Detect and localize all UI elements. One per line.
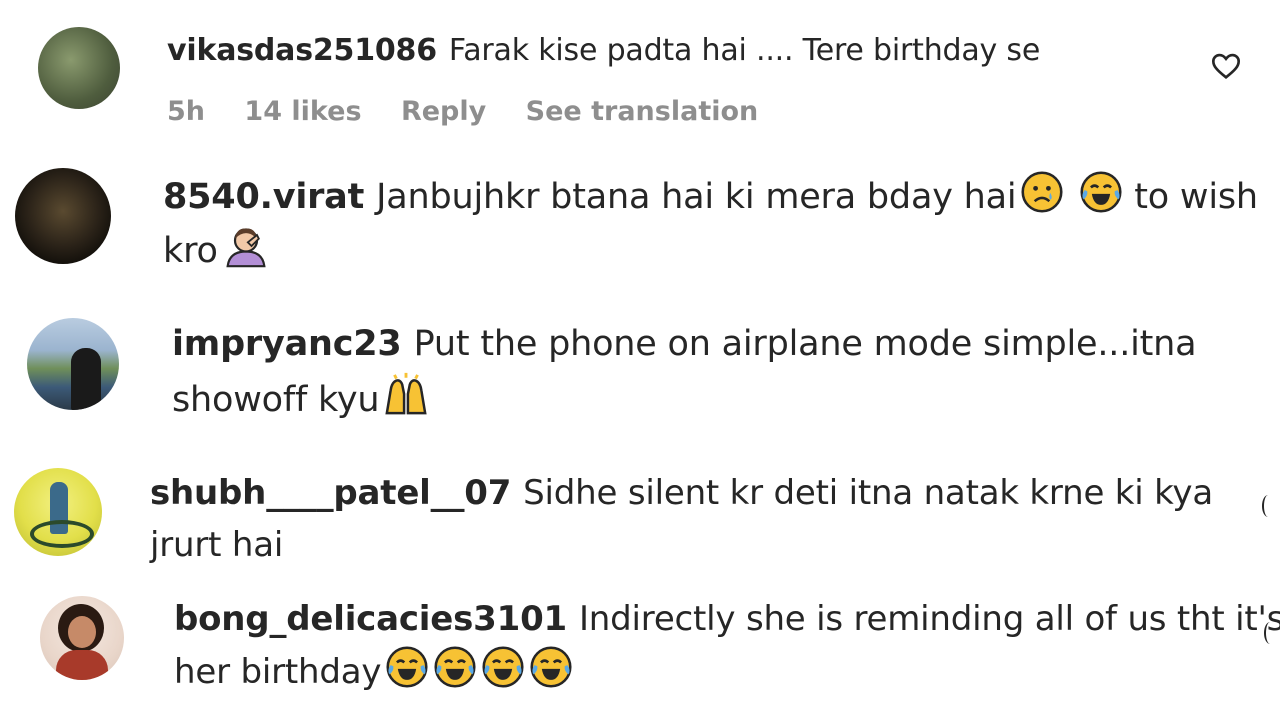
- tears-of-joy-emoji-icon: [530, 646, 572, 688]
- comment-text: to wish: [1134, 177, 1258, 217]
- tears-of-joy-emoji-icon: [482, 646, 524, 688]
- comment-text: Sidhe silent kr deti itna natak krne ki …: [523, 473, 1213, 513]
- comment-username[interactable]: vikasdas251086: [167, 33, 437, 68]
- avatar[interactable]: [15, 168, 111, 264]
- like-heart-icon-partial[interactable]: [1264, 622, 1276, 644]
- comment-text: kro: [163, 231, 218, 271]
- comment-text: Put the phone on airplane mode simple...…: [413, 324, 1197, 364]
- comment-username[interactable]: shubh____patel__07: [150, 473, 511, 513]
- like-heart-icon[interactable]: [1210, 50, 1242, 82]
- comment-text: Farak kise padta hai .... Tere birthday …: [448, 33, 1041, 68]
- comment-text: showoff kyu: [172, 380, 380, 420]
- comment-username[interactable]: 8540.virat: [163, 177, 364, 217]
- see-translation-link[interactable]: See translation: [526, 96, 759, 127]
- avatar[interactable]: [40, 596, 124, 680]
- comment-username[interactable]: bong_delicacies3101: [174, 599, 567, 639]
- comment-3: impryanc23 Put the phone on airplane mode…: [172, 317, 1197, 427]
- reply-button[interactable]: Reply: [401, 96, 486, 127]
- comment-text: jrurt hai: [150, 525, 284, 565]
- comment-1: vikasdas251086 Farak kise padta hai .... …: [167, 24, 1040, 78]
- avatar-bike: [30, 520, 94, 548]
- avatar[interactable]: [27, 318, 119, 410]
- avatar[interactable]: [14, 468, 102, 556]
- comment-text: her birthday: [174, 652, 382, 692]
- facepalm-emoji-icon: [226, 228, 266, 268]
- tears-of-joy-emoji-icon: [386, 646, 428, 688]
- crying-face-emoji-icon: [1021, 171, 1063, 213]
- comment-username[interactable]: impryanc23: [172, 324, 402, 364]
- comment-2: 8540.virat Janbujhkr btana hai ki mera bd…: [163, 170, 1258, 278]
- comment-4: shubh____patel__07 Sidhe silent kr deti i…: [150, 467, 1213, 571]
- comment-meta: 5h 14 likes Reply See translation: [167, 96, 788, 127]
- comment-time: 5h: [167, 96, 206, 127]
- comment-text: Indirectly she is reminding all of us th…: [578, 599, 1280, 639]
- comment-text: Janbujhkr btana hai ki mera bday hai: [376, 177, 1017, 217]
- tears-of-joy-emoji-icon: [1080, 171, 1122, 213]
- comment-5: bong_delicacies3101 Indirectly she is rem…: [174, 593, 1280, 698]
- likes-count[interactable]: 14 likes: [244, 96, 361, 127]
- avatar[interactable]: [38, 27, 120, 109]
- raising-hands-emoji-icon: [385, 372, 427, 415]
- avatar-person-body: [56, 650, 108, 680]
- like-heart-icon-partial[interactable]: [1262, 495, 1274, 517]
- avatar-person-face: [68, 616, 96, 648]
- avatar-person: [71, 348, 101, 410]
- tears-of-joy-emoji-icon: [434, 646, 476, 688]
